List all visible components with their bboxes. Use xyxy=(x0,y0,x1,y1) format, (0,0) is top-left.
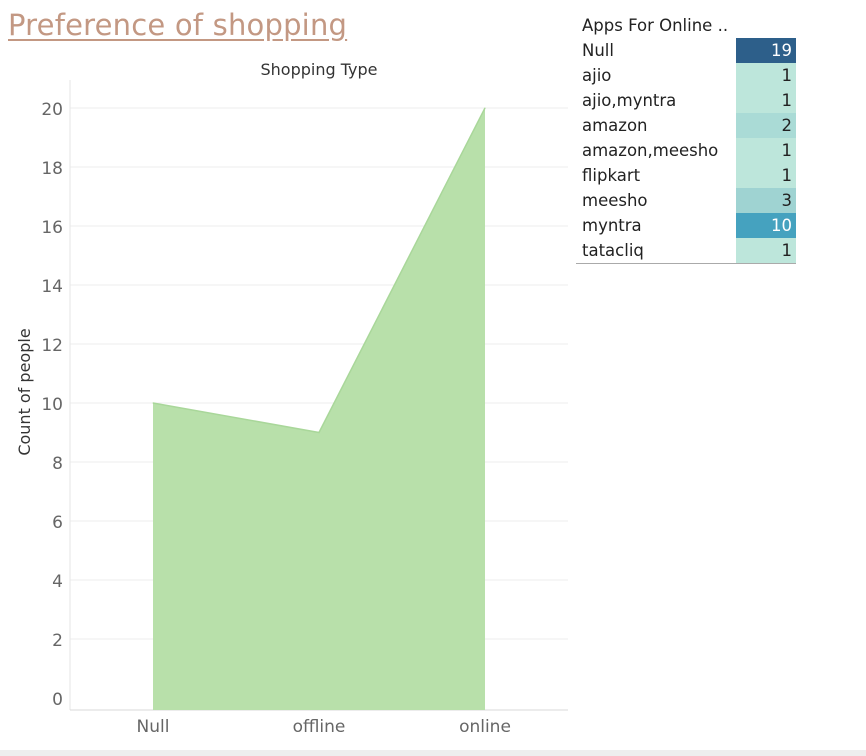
apps-table-rows: Null 19 ajio 1 ajio,myntra 1 amazon 2 amazon,mee… xyxy=(576,38,796,263)
y-tick-label: 10 xyxy=(41,395,63,415)
y-tick-label: 14 xyxy=(41,277,63,297)
app-count-cell[interactable]: 10 xyxy=(736,213,796,238)
app-count-cell[interactable]: 19 xyxy=(736,38,796,63)
table-row[interactable]: myntra 10 xyxy=(576,213,796,238)
apps-table-header: Apps For Online .. xyxy=(582,16,729,35)
y-tick-label: 18 xyxy=(41,159,63,179)
data-point-online[interactable] xyxy=(484,107,486,109)
table-row[interactable]: ajio,myntra 1 xyxy=(576,88,796,113)
table-row[interactable]: amazon 2 xyxy=(576,113,796,138)
table-row[interactable]: Null 19 xyxy=(576,38,796,63)
y-tick-label: 12 xyxy=(41,336,63,356)
table-row[interactable]: flipkart 1 xyxy=(576,163,796,188)
app-count-cell[interactable]: 1 xyxy=(736,238,796,263)
app-name-cell: tatacliq xyxy=(582,241,644,260)
app-count-cell[interactable]: 1 xyxy=(736,88,796,113)
app-name-cell: amazon,meesho xyxy=(582,141,719,160)
y-axis-label: Count of people xyxy=(15,328,34,455)
app-name-cell: ajio,myntra xyxy=(582,91,677,110)
app-count-cell[interactable]: 1 xyxy=(736,138,796,163)
x-tick-labels: Null offline online xyxy=(137,717,511,737)
y-tick-label: 4 xyxy=(52,572,63,592)
table-row[interactable]: ajio 1 xyxy=(576,63,796,88)
app-name-cell: myntra xyxy=(582,216,642,235)
data-point-offline[interactable] xyxy=(318,432,320,433)
table-row[interactable]: tatacliq 1 xyxy=(576,238,796,263)
y-tick-label: 8 xyxy=(52,454,63,474)
y-tick-label: 6 xyxy=(52,513,63,533)
app-name-cell: ajio xyxy=(582,66,612,85)
area-series xyxy=(152,107,486,710)
app-count-cell[interactable]: 2 xyxy=(736,113,796,138)
app-name-cell: flipkart xyxy=(582,166,641,185)
x-tick-label: online xyxy=(459,717,511,737)
y-tick-label: 0 xyxy=(52,690,63,710)
y-tick-label: 16 xyxy=(41,218,63,238)
app-name-cell: Null xyxy=(582,41,614,60)
bottom-strip xyxy=(0,750,866,756)
chart-title: Shopping Type xyxy=(261,60,378,79)
y-tick-labels: 0 2 4 6 8 10 12 14 16 18 20 xyxy=(41,100,63,710)
x-tick-label: offline xyxy=(293,717,346,737)
app-name-cell: meesho xyxy=(582,191,648,210)
apps-table-bottom-rule xyxy=(576,263,796,264)
app-name-cell: amazon xyxy=(582,116,648,135)
y-tick-label: 20 xyxy=(41,100,63,120)
apps-table: Apps For Online .. Null 19 ajio 1 ajio,myntr… xyxy=(576,14,796,264)
table-row[interactable]: meesho 3 xyxy=(576,188,796,213)
y-tick-label: 2 xyxy=(52,631,63,651)
app-count-cell[interactable]: 1 xyxy=(736,163,796,188)
data-point-null[interactable] xyxy=(152,402,154,404)
area-fill[interactable] xyxy=(153,108,485,710)
app-count-cell[interactable]: 1 xyxy=(736,63,796,88)
app-count-cell[interactable]: 3 xyxy=(736,188,796,213)
x-tick-label: Null xyxy=(137,717,170,737)
table-row[interactable]: amazon,meesho 1 xyxy=(576,138,796,163)
